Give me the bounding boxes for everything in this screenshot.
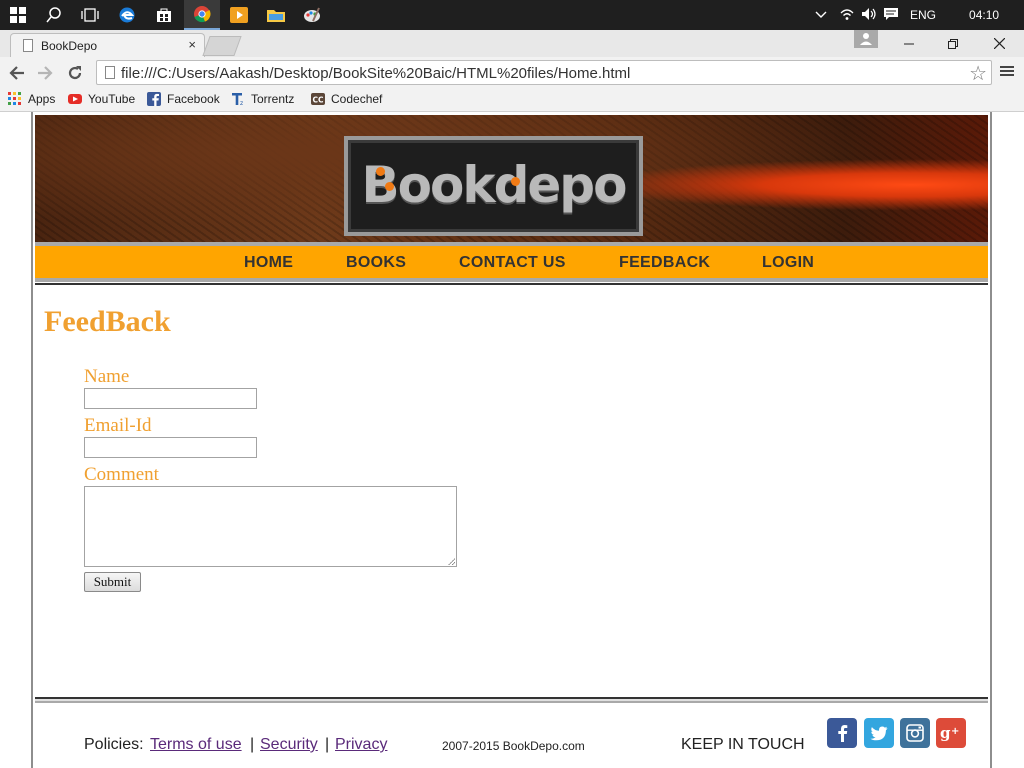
nav-books[interactable]: BOOKS — [346, 254, 406, 272]
facebook-icon[interactable] — [827, 718, 857, 748]
copyright-text: 2007-2015 BookDepo.com — [442, 739, 585, 753]
footer-divider — [35, 697, 988, 703]
main-nav: HOME BOOKS CONTACT US FEEDBACK LOGIN — [35, 242, 988, 282]
page-info-icon[interactable] — [105, 66, 115, 79]
email-input[interactable] — [84, 437, 257, 458]
chevron-up-icon[interactable] — [812, 8, 830, 22]
nav-feedback[interactable]: FEEDBACK — [619, 254, 710, 272]
nav-login[interactable]: LOGIN — [762, 254, 814, 272]
name-input[interactable] — [84, 388, 257, 409]
bookmark-apps[interactable]: Apps — [8, 92, 55, 106]
bookmark-torrentz[interactable]: z Torrentz — [231, 92, 295, 107]
security-link[interactable]: Security — [260, 736, 318, 754]
email-label: Email-Id — [84, 415, 152, 436]
right-border-line — [990, 112, 992, 768]
svg-text:+: + — [951, 726, 959, 737]
nav-divider — [35, 282, 988, 285]
svg-text:z: z — [240, 100, 243, 106]
name-label: Name — [84, 366, 130, 387]
nav-home[interactable]: HOME — [244, 254, 293, 272]
task-view-icon[interactable] — [72, 0, 108, 30]
youtube-icon — [68, 92, 82, 106]
tab-close-icon[interactable]: × — [188, 37, 196, 52]
bookmark-label: Torrentz — [251, 92, 295, 106]
nav-contact-us[interactable]: CONTACT US — [459, 254, 566, 272]
browser-tab[interactable]: BookDepo × — [10, 33, 205, 57]
footer-separator: | — [325, 736, 330, 753]
apps-grid-icon — [8, 92, 22, 106]
restore-icon[interactable] — [930, 30, 976, 57]
page-icon — [23, 39, 33, 52]
page-title: FeedBack — [44, 305, 171, 338]
twitter-icon[interactable] — [864, 718, 894, 748]
language-indicator[interactable]: ENG — [910, 8, 936, 22]
windows-taskbar: ENG 04:10 — [0, 0, 1024, 30]
svg-text:CC: CC — [313, 96, 325, 105]
paint-icon[interactable] — [294, 0, 330, 30]
bookmarks-bar: Apps YouTube Facebook z Torrentz CC Code… — [0, 88, 1024, 112]
close-window-icon[interactable] — [976, 30, 1022, 57]
notifications-icon[interactable] — [880, 7, 902, 24]
url-text[interactable]: file:///C:/Users/Aakash/Desktop/BookSite… — [121, 65, 630, 82]
comment-label: Comment — [84, 464, 159, 485]
minimize-icon[interactable] — [886, 30, 932, 57]
search-icon[interactable] — [36, 0, 72, 30]
clock-time[interactable]: 04:10 — [969, 8, 999, 22]
web-page: Bookdepo HOME BOOKS CONTACT US FEEDBACK … — [0, 112, 1024, 768]
volume-icon[interactable] — [858, 7, 880, 24]
header-banner: Bookdepo — [35, 115, 988, 242]
reload-icon[interactable] — [63, 61, 87, 85]
left-border-line — [31, 112, 33, 768]
svg-text:g: g — [940, 725, 951, 741]
chrome-icon[interactable] — [184, 0, 220, 30]
codechef-icon: CC — [311, 92, 325, 106]
submit-button[interactable]: Submit — [84, 572, 141, 592]
privacy-link[interactable]: Privacy — [335, 736, 387, 754]
logo-accent-dot — [511, 177, 520, 186]
logo-accent-dot — [385, 182, 394, 191]
bookmark-label: YouTube — [88, 92, 136, 106]
bookmark-youtube[interactable]: YouTube — [68, 92, 135, 106]
system-tray: ENG 04:10 — [812, 0, 999, 30]
edge-browser-icon[interactable] — [109, 0, 145, 30]
facebook-icon — [147, 92, 161, 106]
bookmark-label: Codechef — [331, 92, 383, 106]
address-bar[interactable]: file:///C:/Users/Aakash/Desktop/BookSite… — [96, 60, 992, 85]
bookmark-codechef[interactable]: CC Codechef — [311, 92, 382, 106]
windows-start-icon[interactable] — [0, 0, 36, 30]
wifi-icon[interactable] — [836, 7, 858, 24]
google-plus-icon[interactable]: g + — [936, 718, 966, 748]
chrome-menu-icon[interactable] — [1000, 62, 1014, 83]
new-tab-button[interactable] — [202, 36, 242, 56]
back-arrow-icon[interactable] — [5, 61, 29, 85]
keep-in-touch-label: KEEP IN TOUCH — [681, 736, 805, 753]
terms-of-use-link[interactable]: Terms of use — [150, 736, 242, 754]
bookmark-label: Facebook — [167, 92, 220, 106]
file-explorer-icon[interactable] — [258, 0, 294, 30]
resize-grip-icon[interactable] — [448, 558, 455, 565]
bookmark-facebook[interactable]: Facebook — [147, 92, 220, 106]
torrentz-icon: z — [231, 92, 245, 107]
store-icon[interactable] — [146, 0, 182, 30]
media-player-icon[interactable] — [221, 0, 257, 30]
site-logo[interactable]: Bookdepo — [344, 136, 643, 236]
bookmark-label: Apps — [28, 92, 56, 106]
logo-accent-dot — [376, 167, 385, 176]
footer-separator: | — [250, 736, 255, 753]
policies-label: Policies: — [84, 736, 144, 753]
tab-title: BookDepo — [41, 39, 98, 53]
forward-arrow-icon[interactable] — [33, 61, 57, 85]
profile-avatar-icon[interactable] — [854, 30, 878, 48]
bookmark-star-icon[interactable]: ☆ — [969, 61, 987, 86]
comment-textarea[interactable] — [84, 486, 457, 567]
instagram-icon[interactable] — [900, 718, 930, 748]
browser-toolbar: file:///C:/Users/Aakash/Desktop/BookSite… — [0, 57, 1024, 88]
